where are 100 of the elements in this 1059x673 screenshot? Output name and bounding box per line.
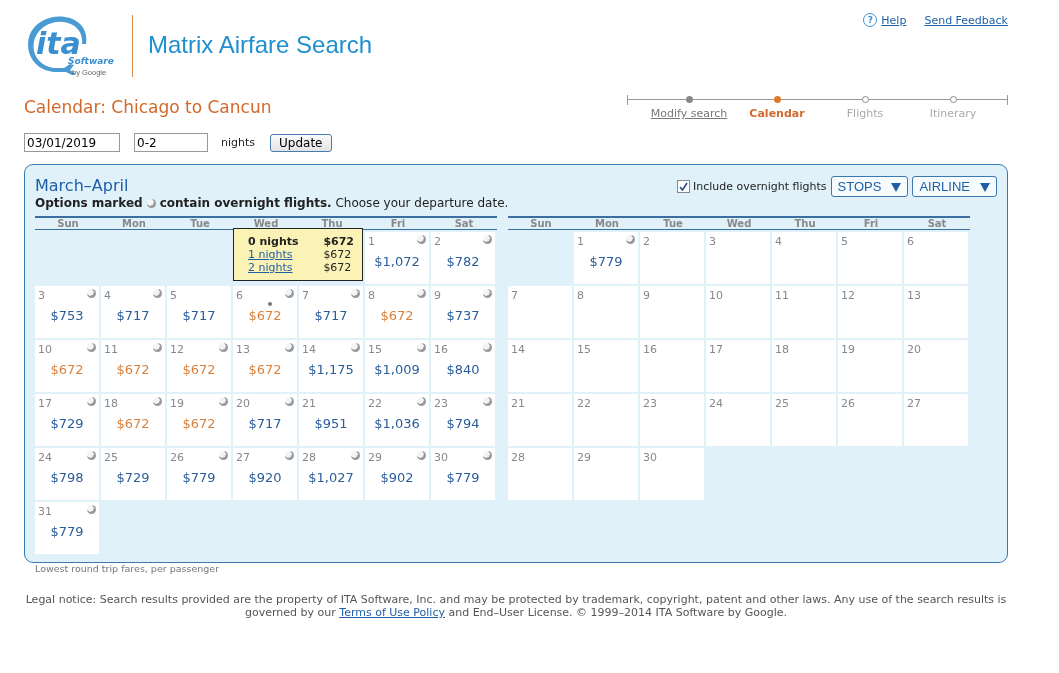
fare-link[interactable]: $717 [314, 308, 348, 323]
day-cell[interactable]: 20 $717 [233, 394, 297, 446]
day-cell[interactable]: 21 $951 [299, 394, 363, 446]
day-cell[interactable]: 9 $737 [431, 286, 495, 338]
day-cell[interactable]: 4 $717 [101, 286, 165, 338]
fare-link[interactable]: $717 [248, 416, 282, 431]
day-cell[interactable]: 5 [838, 232, 902, 284]
day-cell[interactable]: 17 $729 [35, 394, 99, 446]
fare-link[interactable]: $717 [116, 308, 150, 323]
update-button[interactable]: Update [270, 133, 332, 152]
fare-link[interactable]: $798 [50, 470, 84, 485]
tooltip-link[interactable]: 2 nights [248, 261, 324, 274]
day-cell[interactable]: 9 [640, 286, 704, 338]
fare-link[interactable]: $779 [446, 470, 480, 485]
fare-link[interactable]: $794 [446, 416, 480, 431]
filter-dropdown[interactable]: STOPS [830, 176, 909, 197]
day-cell[interactable]: 10 $672 [35, 340, 99, 392]
day-cell[interactable]: 3 [706, 232, 770, 284]
fare-link[interactable]: $902 [380, 470, 414, 485]
day-cell[interactable]: 12 $672 [167, 340, 231, 392]
day-cell[interactable]: 29 $902 [365, 448, 429, 500]
day-cell[interactable]: 28 [508, 448, 572, 500]
day-cell[interactable]: 31 $779 [35, 502, 99, 554]
fare-link[interactable]: $729 [50, 416, 84, 431]
day-cell[interactable]: 6 $672 [233, 286, 297, 338]
day-cell[interactable]: 14 $1,175 [299, 340, 363, 392]
day-cell[interactable]: 8 $672 [365, 286, 429, 338]
checkbox[interactable] [676, 180, 690, 193]
moon-icon [87, 451, 96, 460]
fare-link[interactable]: $840 [446, 362, 480, 377]
top-link[interactable]: Help [881, 13, 907, 27]
day-cell[interactable]: 6 [904, 232, 968, 284]
day-cell[interactable]: 27 $920 [233, 448, 297, 500]
fare-link[interactable]: $729 [116, 470, 150, 485]
tooltip-link[interactable]: 1 nights [248, 248, 324, 261]
day-cell[interactable]: 1 $779 [574, 232, 638, 284]
day-cell[interactable]: 1 $1,072 [365, 232, 429, 284]
day-cell[interactable]: 15 $1,009 [365, 340, 429, 392]
top-link[interactable]: Send Feedback [924, 13, 1008, 27]
day-cell[interactable]: 28 $1,027 [299, 448, 363, 500]
step-link[interactable]: Modify search [650, 107, 728, 120]
day-cell[interactable]: 7 [508, 286, 572, 338]
day-cell[interactable]: 27 [904, 394, 968, 446]
tooltip-price: $672 [323, 235, 354, 248]
fare-link[interactable]: $779 [50, 524, 84, 539]
fare-link[interactable]: $1,175 [308, 362, 354, 377]
day-cell[interactable]: 10 [706, 286, 770, 338]
fare-link[interactable]: $951 [314, 416, 348, 431]
fare-link[interactable]: $779 [182, 470, 216, 485]
day-cell[interactable]: 3 $753 [35, 286, 99, 338]
filter-dropdown[interactable]: AIRLINE [912, 176, 997, 197]
nights-field[interactable]: 0-2 [134, 133, 208, 152]
day-cell[interactable]: 16 [640, 340, 704, 392]
day-cell[interactable]: 19 $672 [167, 394, 231, 446]
fare-link[interactable]: $920 [248, 470, 282, 485]
day-cell[interactable]: 23 $794 [431, 394, 495, 446]
day-cell[interactable]: 29 [574, 448, 638, 500]
day-cell[interactable]: 22 $1,036 [365, 394, 429, 446]
day-cell[interactable]: 22 [574, 394, 638, 446]
day-cell[interactable]: 15 [574, 340, 638, 392]
moon-icon [87, 289, 96, 298]
day-cell[interactable]: 13 [904, 286, 968, 338]
day-cell[interactable]: 2 $782 [431, 232, 495, 284]
fare-link[interactable]: $737 [446, 308, 480, 323]
fare-link[interactable]: $1,027 [308, 470, 354, 485]
date-field[interactable]: 03/01/2019 [24, 133, 120, 152]
day-cell[interactable]: 13 $672 [233, 340, 297, 392]
day-cell[interactable]: 21 [508, 394, 572, 446]
day-cell[interactable]: 26 $779 [167, 448, 231, 500]
day-cell[interactable]: 30 $779 [431, 448, 495, 500]
day-cell[interactable]: 18 $672 [101, 394, 165, 446]
day-cell[interactable]: 12 [838, 286, 902, 338]
day-cell[interactable]: 7 $717 [299, 286, 363, 338]
day-cell[interactable]: 14 [508, 340, 572, 392]
day-cell[interactable]: 11 $672 [101, 340, 165, 392]
fare-link[interactable]: $782 [446, 254, 480, 269]
fare-link[interactable]: $1,009 [374, 362, 420, 377]
day-cell[interactable]: 26 [838, 394, 902, 446]
terms-link[interactable]: Terms of Use Policy [339, 606, 445, 619]
day-cell[interactable]: 5 $717 [167, 286, 231, 338]
day-cell[interactable]: 25 $729 [101, 448, 165, 500]
day-cell[interactable]: 25 [772, 394, 836, 446]
day-cell[interactable]: 24 $798 [35, 448, 99, 500]
fare-link[interactable]: $753 [50, 308, 84, 323]
fare-link[interactable]: $1,036 [374, 416, 420, 431]
day-cell[interactable]: 11 [772, 286, 836, 338]
day-cell[interactable]: 19 [838, 340, 902, 392]
day-cell[interactable]: 4 [772, 232, 836, 284]
day-cell[interactable]: 17 [706, 340, 770, 392]
day-cell[interactable]: 24 [706, 394, 770, 446]
day-cell[interactable]: 23 [640, 394, 704, 446]
day-cell[interactable]: 16 $840 [431, 340, 495, 392]
day-cell[interactable]: 2 [640, 232, 704, 284]
day-cell[interactable]: 18 [772, 340, 836, 392]
fare-link[interactable]: $717 [182, 308, 216, 323]
fare-link[interactable]: $779 [589, 254, 623, 269]
fare-link[interactable]: $1,072 [374, 254, 420, 269]
day-cell[interactable]: 30 [640, 448, 704, 500]
day-cell[interactable]: 20 [904, 340, 968, 392]
day-cell[interactable]: 8 [574, 286, 638, 338]
